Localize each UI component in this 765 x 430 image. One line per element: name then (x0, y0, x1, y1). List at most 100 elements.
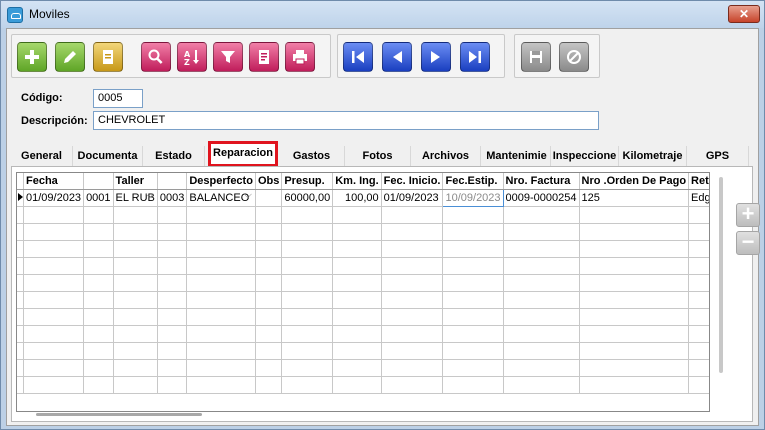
empty-cell[interactable] (255, 274, 283, 292)
empty-cell[interactable] (113, 206, 158, 224)
empty-cell[interactable] (281, 206, 334, 224)
empty-cell[interactable] (255, 359, 283, 377)
column-header[interactable]: Retir (688, 173, 709, 190)
empty-cell[interactable] (255, 257, 283, 275)
tab-general[interactable]: General (11, 146, 73, 166)
empty-cell[interactable] (186, 257, 256, 275)
empty-cell[interactable] (688, 342, 709, 360)
empty-cell[interactable] (442, 291, 504, 309)
empty-table-row[interactable] (17, 359, 709, 377)
column-header[interactable]: Presup. (281, 173, 334, 190)
empty-cell[interactable] (186, 240, 256, 258)
empty-cell[interactable] (579, 376, 690, 394)
empty-cell[interactable] (688, 376, 709, 394)
taller-code-cell[interactable]: 0001 (83, 189, 114, 207)
empty-cell[interactable] (255, 342, 283, 360)
search-button[interactable] (141, 42, 171, 72)
empty-table-row[interactable] (17, 376, 709, 394)
empty-table-row[interactable] (17, 257, 709, 275)
empty-cell[interactable] (332, 257, 382, 275)
empty-cell[interactable] (688, 240, 709, 258)
filter-button[interactable] (213, 42, 243, 72)
empty-cell[interactable] (83, 291, 114, 309)
document-button[interactable] (93, 42, 123, 72)
empty-cell[interactable] (255, 308, 283, 326)
empty-cell[interactable] (442, 240, 504, 258)
column-header[interactable]: Fec.Estip. (442, 173, 504, 190)
empty-cell[interactable] (157, 308, 188, 326)
remove-row-button[interactable]: − (736, 231, 760, 255)
empty-cell[interactable] (442, 223, 504, 241)
edit-button[interactable] (55, 42, 85, 72)
empty-cell[interactable] (83, 359, 114, 377)
empty-cell[interactable] (503, 223, 580, 241)
empty-cell[interactable] (83, 240, 114, 258)
empty-cell[interactable] (255, 291, 283, 309)
table-row[interactable]: 01/09/2023 0001 EL RUB 0003 BALANCEO 600… (17, 188, 709, 207)
empty-cell[interactable] (579, 359, 690, 377)
empty-cell[interactable] (255, 376, 283, 394)
empty-cell[interactable] (281, 308, 334, 326)
column-header[interactable]: Desperfecto (186, 173, 256, 190)
empty-cell[interactable] (381, 342, 444, 360)
empty-cell[interactable] (23, 325, 85, 343)
empty-cell[interactable] (332, 342, 382, 360)
empty-cell[interactable] (113, 342, 158, 360)
empty-cell[interactable] (579, 274, 690, 292)
empty-cell[interactable] (23, 376, 85, 394)
empty-cell[interactable] (23, 342, 85, 360)
empty-table-row[interactable] (17, 291, 709, 309)
empty-cell[interactable] (381, 206, 444, 224)
cancel-button[interactable] (559, 42, 589, 72)
empty-cell[interactable] (442, 342, 504, 360)
empty-cell[interactable] (381, 376, 444, 394)
empty-cell[interactable] (503, 342, 580, 360)
reparaciones-grid[interactable]: Fecha Taller Desperfecto Obs Presup. Km.… (16, 172, 710, 412)
empty-cell[interactable] (83, 206, 114, 224)
sort-button[interactable]: AZ (177, 42, 207, 72)
empty-cell[interactable] (157, 257, 188, 275)
column-header[interactable] (83, 173, 114, 190)
tab-gastos[interactable]: Gastos (279, 146, 345, 166)
empty-cell[interactable] (332, 308, 382, 326)
column-header[interactable] (157, 173, 188, 190)
desperfecto-code-cell[interactable]: 0003 (157, 189, 188, 207)
empty-cell[interactable] (281, 291, 334, 309)
empty-cell[interactable] (381, 359, 444, 377)
empty-cell[interactable] (23, 206, 85, 224)
empty-cell[interactable] (688, 325, 709, 343)
empty-cell[interactable] (442, 257, 504, 275)
empty-cell[interactable] (113, 240, 158, 258)
column-header[interactable]: Fecha (23, 173, 85, 190)
vertical-scrollbar[interactable] (719, 177, 723, 373)
empty-cell[interactable] (255, 325, 283, 343)
column-header[interactable]: Km. Ing. (332, 173, 382, 190)
empty-table-row[interactable] (17, 308, 709, 326)
empty-cell[interactable] (381, 308, 444, 326)
empty-cell[interactable] (113, 274, 158, 292)
add-row-button[interactable]: + (736, 203, 760, 227)
empty-cell[interactable] (503, 240, 580, 258)
fecha-estipulada-cell[interactable]: 10/09/2023 (442, 188, 504, 207)
empty-cell[interactable] (381, 325, 444, 343)
empty-cell[interactable] (442, 308, 504, 326)
empty-cell[interactable] (579, 206, 690, 224)
empty-cell[interactable] (157, 291, 188, 309)
column-header[interactable]: Taller (113, 173, 158, 190)
empty-cell[interactable] (332, 325, 382, 343)
empty-cell[interactable] (255, 240, 283, 258)
empty-cell[interactable] (442, 359, 504, 377)
print-button[interactable] (285, 42, 315, 72)
last-record-button[interactable] (460, 42, 490, 72)
tab-documentacion[interactable]: Documenta (73, 146, 143, 166)
empty-cell[interactable] (503, 206, 580, 224)
column-header[interactable]: Fec. Inicio. (381, 173, 444, 190)
empty-cell[interactable] (503, 325, 580, 343)
empty-cell[interactable] (23, 257, 85, 275)
empty-cell[interactable] (186, 376, 256, 394)
empty-cell[interactable] (83, 308, 114, 326)
empty-cell[interactable] (503, 257, 580, 275)
empty-cell[interactable] (688, 206, 709, 224)
empty-cell[interactable] (688, 291, 709, 309)
empty-cell[interactable] (503, 376, 580, 394)
